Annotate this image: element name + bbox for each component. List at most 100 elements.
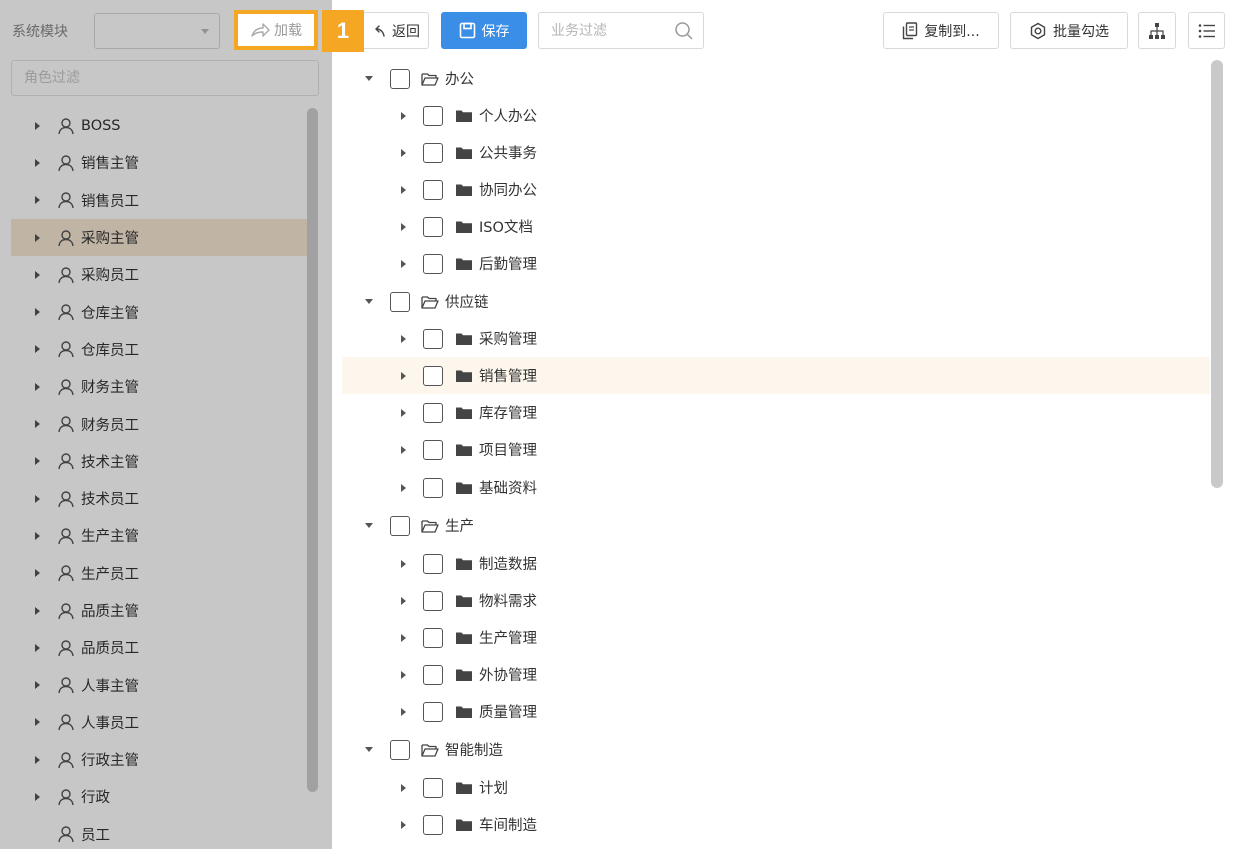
tree-node-checkbox[interactable] [423,402,443,423]
tree-group-node[interactable]: 生产 [342,507,1210,544]
tree-node[interactable]: 个人办公 [342,97,1210,134]
caret-right-icon[interactable] [35,158,40,167]
caret-right-icon[interactable] [35,643,40,652]
tree-node-checkbox[interactable] [423,701,443,722]
caret-right-icon[interactable] [35,420,40,429]
role-item[interactable]: 行政 [11,778,307,815]
caret-right-icon[interactable] [35,457,40,466]
caret-right-icon[interactable] [401,185,406,194]
tree-node-checkbox[interactable] [423,777,443,798]
org-chart-view-button[interactable] [1138,12,1176,49]
caret-down-icon[interactable] [365,299,373,304]
role-item[interactable]: 仓库员工 [11,331,307,368]
role-item[interactable]: 人事员工 [11,704,307,741]
tree-node-checkbox[interactable] [423,179,443,200]
tree-node[interactable]: 库存管理 [342,394,1210,431]
tree-node[interactable]: 计划 [342,769,1210,806]
tree-node-checkbox[interactable] [423,814,443,835]
tree-node[interactable]: 车间制造 [342,806,1210,843]
role-item[interactable]: 采购员工 [11,256,307,293]
caret-down-icon[interactable] [365,747,373,752]
tree-node[interactable]: 物料需求 [342,582,1210,619]
caret-right-icon[interactable] [401,111,406,120]
business-filter-input[interactable] [539,13,669,48]
tree-node[interactable]: 制造数据 [342,545,1210,582]
caret-right-icon[interactable] [401,408,406,417]
caret-right-icon[interactable] [35,233,40,242]
back-button[interactable]: 返回 [364,12,429,49]
caret-right-icon[interactable] [35,196,40,205]
caret-right-icon[interactable] [401,483,406,492]
role-item[interactable]: 品质员工 [11,629,307,666]
tree-node-checkbox[interactable] [390,739,410,760]
caret-right-icon[interactable] [401,633,406,642]
caret-right-icon[interactable] [401,371,406,380]
caret-right-icon[interactable] [35,718,40,727]
caret-right-icon[interactable] [401,445,406,454]
tree-node-checkbox[interactable] [423,142,443,163]
role-item[interactable]: 品质主管 [11,592,307,629]
tree-node-checkbox[interactable] [423,365,443,386]
role-item[interactable]: 人事主管 [11,666,307,703]
tree-node[interactable]: 生产管理 [342,619,1210,656]
tree-scrollbar[interactable] [1211,60,1223,488]
caret-right-icon[interactable] [35,792,40,801]
caret-right-icon[interactable] [401,783,406,792]
tree-group-node[interactable]: 智能制造 [342,731,1210,768]
list-view-button[interactable] [1188,12,1225,49]
role-item[interactable]: 员工 [11,816,307,849]
caret-right-icon[interactable] [35,121,40,130]
caret-right-icon[interactable] [35,382,40,391]
tree-node-checkbox[interactable] [390,515,410,536]
caret-right-icon[interactable] [35,755,40,764]
tree-node[interactable]: 销售管理 [342,357,1210,394]
caret-down-icon[interactable] [365,523,373,528]
tree-node[interactable]: 公共事务 [342,134,1210,171]
caret-right-icon[interactable] [401,259,406,268]
tree-node-checkbox[interactable] [390,291,410,312]
caret-right-icon[interactable] [401,334,406,343]
role-item[interactable]: BOSS [11,107,307,144]
role-item[interactable]: 采购主管 [11,218,307,257]
tree-node[interactable]: 项目管理 [342,431,1210,468]
tree-node-checkbox[interactable] [423,477,443,498]
role-item[interactable]: 生产主管 [11,517,307,554]
role-list-scrollbar[interactable] [307,108,318,792]
caret-right-icon[interactable] [35,270,40,279]
module-select[interactable] [94,13,220,49]
role-item[interactable]: 技术主管 [11,443,307,480]
tree-node-checkbox[interactable] [423,590,443,611]
tree-node-checkbox[interactable] [423,664,443,685]
tree-group-node[interactable]: 供应链 [342,283,1210,320]
tree-node-checkbox[interactable] [423,553,443,574]
tree-node-checkbox[interactable] [423,627,443,648]
batch-select-button[interactable]: 批量勾选 [1010,12,1128,49]
load-button[interactable]: 加载 [234,10,318,50]
tree-node[interactable]: 外协管理 [342,656,1210,693]
role-item[interactable]: 财务主管 [11,368,307,405]
business-filter-field[interactable] [538,12,704,49]
role-item[interactable]: 财务员工 [11,405,307,442]
tree-node[interactable]: 后勤管理 [342,245,1210,282]
caret-right-icon[interactable] [35,569,40,578]
save-button[interactable]: 保存 [441,12,527,49]
tree-node-checkbox[interactable] [423,105,443,126]
caret-right-icon[interactable] [401,222,406,231]
caret-right-icon[interactable] [401,707,406,716]
tree-node[interactable]: 质量管理 [342,693,1210,730]
tree-node-checkbox[interactable] [423,328,443,349]
role-item[interactable]: 行政主管 [11,741,307,778]
copy-to-button[interactable]: 复制到... [883,12,999,49]
role-item[interactable]: 仓库主管 [11,293,307,330]
role-item[interactable]: 销售主管 [11,144,307,181]
caret-right-icon[interactable] [35,494,40,503]
tree-node[interactable]: ISO文档 [342,208,1210,245]
search-icon[interactable] [674,21,694,41]
caret-right-icon[interactable] [35,681,40,690]
tree-node-checkbox[interactable] [423,439,443,460]
caret-right-icon[interactable] [401,670,406,679]
tree-node[interactable]: 协同办公 [342,171,1210,208]
caret-down-icon[interactable] [365,76,373,81]
caret-right-icon[interactable] [401,596,406,605]
tree-group-node[interactable]: 办公 [342,60,1210,97]
